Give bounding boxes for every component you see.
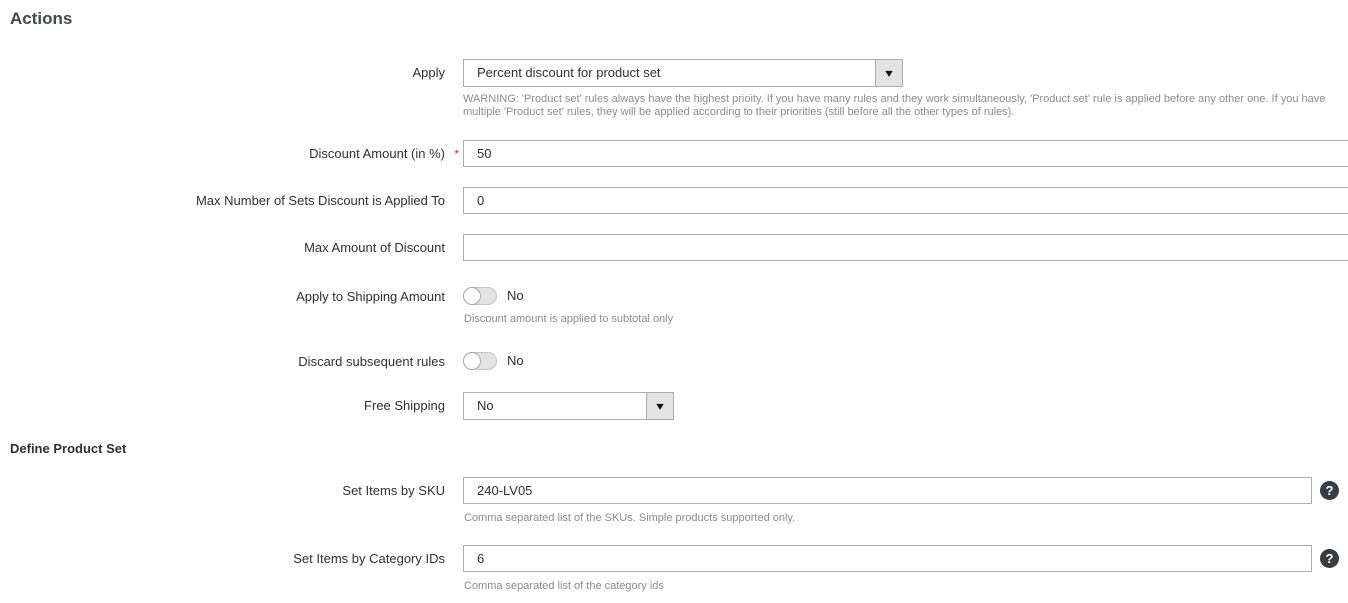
section-title-define-product-set: Define Product Set — [10, 441, 1348, 456]
field-row-apply-to-shipping: Apply to Shipping Amount No Discount amo… — [0, 283, 1348, 325]
discard-subsequent-toggle[interactable] — [463, 352, 497, 370]
field-row-max-sets: Max Number of Sets Discount is Applied T… — [0, 187, 1348, 214]
field-row-set-items-sku: Set Items by SKU ? Comma separated list … — [0, 477, 1348, 524]
set-items-sku-note: Comma separated list of the SKUs. Simple… — [464, 512, 1348, 524]
apply-control: Percent discount for product set ▾ WARNI… — [463, 59, 1348, 119]
field-row-discount-amount: Discount Amount (in %) * — [0, 140, 1348, 167]
apply-select[interactable]: Percent discount for product set ▾ — [463, 59, 903, 87]
set-items-sku-input-row: ? — [463, 477, 1348, 504]
chevron-down-icon[interactable]: ▾ — [875, 60, 902, 86]
apply-to-shipping-control: No Discount amount is applied to subtota… — [463, 283, 1348, 325]
discard-subsequent-state-label: No — [507, 350, 524, 368]
help-icon[interactable]: ? — [1320, 481, 1339, 500]
max-discount-label: Max Amount of Discount — [0, 234, 445, 256]
chevron-down-icon[interactable]: ▾ — [646, 393, 673, 419]
apply-label: Apply — [0, 59, 445, 81]
toggle-knob — [463, 352, 481, 370]
set-items-sku-control: ? Comma separated list of the SKUs. Simp… — [463, 477, 1348, 524]
dropdown-arrow-glyph: ▾ — [885, 67, 893, 79]
set-items-sku-label: Set Items by SKU — [0, 477, 445, 499]
max-sets-input[interactable] — [463, 187, 1348, 214]
discount-amount-input[interactable] — [463, 140, 1348, 167]
discount-amount-label: Discount Amount (in %) * — [0, 140, 445, 162]
apply-to-shipping-toggle[interactable] — [463, 287, 497, 305]
free-shipping-select-value: No — [464, 393, 646, 419]
discount-amount-control — [463, 140, 1348, 167]
set-items-sku-input[interactable] — [463, 477, 1312, 504]
set-items-category-control: ? Comma separated list of the category i… — [463, 545, 1348, 592]
field-row-discard-subsequent: Discard subsequent rules No — [0, 348, 1348, 370]
apply-to-shipping-note: Discount amount is applied to subtotal o… — [464, 313, 1348, 325]
discard-subsequent-label: Discard subsequent rules — [0, 348, 445, 370]
field-row-set-items-category: Set Items by Category IDs ? Comma separa… — [0, 545, 1348, 592]
free-shipping-control: No ▾ — [463, 392, 1348, 420]
free-shipping-select[interactable]: No ▾ — [463, 392, 674, 420]
apply-to-shipping-state-label: No — [507, 285, 524, 303]
help-icon[interactable]: ? — [1320, 549, 1339, 568]
set-items-category-input[interactable] — [463, 545, 1312, 572]
max-sets-control — [463, 187, 1348, 214]
discount-amount-label-text: Discount Amount (in %) — [309, 146, 445, 161]
set-items-category-label: Set Items by Category IDs — [0, 545, 445, 567]
apply-to-shipping-label: Apply to Shipping Amount — [0, 283, 445, 305]
discard-subsequent-control: No — [463, 348, 1348, 370]
field-row-free-shipping: Free Shipping No ▾ — [0, 392, 1348, 420]
apply-warning-note: WARNING: 'Product set' rules always have… — [463, 93, 1348, 119]
toggle-knob — [463, 287, 481, 305]
field-row-max-discount: Max Amount of Discount — [0, 234, 1348, 261]
max-discount-control — [463, 234, 1348, 261]
discard-subsequent-toggle-row: No — [463, 348, 1348, 370]
free-shipping-label: Free Shipping — [0, 392, 445, 414]
field-row-apply: Apply Percent discount for product set ▾… — [0, 59, 1348, 119]
dropdown-arrow-glyph: ▾ — [656, 400, 664, 412]
cart-price-rule-actions-form: Actions Apply Percent discount for produ… — [0, 0, 1348, 603]
apply-select-value: Percent discount for product set — [464, 60, 875, 86]
required-asterisk: * — [454, 148, 459, 160]
set-items-category-input-row: ? — [463, 545, 1348, 572]
max-discount-input[interactable] — [463, 234, 1348, 261]
apply-to-shipping-toggle-row: No — [463, 283, 1348, 305]
section-title-actions: Actions — [10, 8, 1348, 30]
max-sets-label: Max Number of Sets Discount is Applied T… — [0, 187, 445, 209]
set-items-category-note: Comma separated list of the category ids — [464, 580, 1348, 592]
